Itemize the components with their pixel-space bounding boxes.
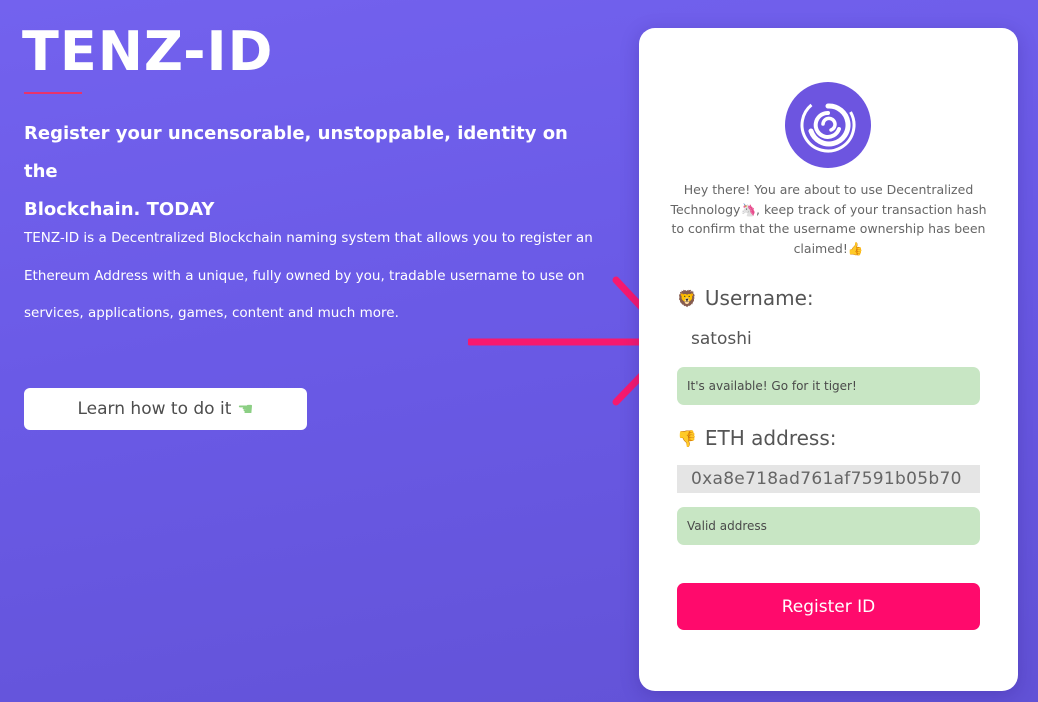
pointing-hand-icon: ☚ <box>237 398 254 420</box>
learn-how-button[interactable]: Learn how to do it ☚ <box>24 388 307 430</box>
swirl-logo-icon <box>785 82 871 168</box>
username-input[interactable] <box>677 325 980 353</box>
intro-text: Hey there! You are about to use Decentra… <box>670 182 987 256</box>
username-status: It's available! Go for it tiger! <box>677 367 980 405</box>
eth-address-status: Valid address <box>677 507 980 545</box>
username-label: 🦁 Username: <box>677 286 814 310</box>
brand-title: TENZ-ID <box>22 20 274 83</box>
username-label-text: Username: <box>704 286 814 310</box>
thumbs-down-icon: 👎 <box>677 428 697 448</box>
register-id-button[interactable]: Register ID <box>677 583 980 630</box>
lion-icon: 🦁 <box>677 288 697 308</box>
tagline: Register your uncensorable, unstoppable,… <box>24 115 604 229</box>
eth-address-input[interactable] <box>677 465 980 493</box>
eth-address-label-text: ETH address: <box>704 426 837 450</box>
eth-address-label: 👎 ETH address: <box>677 426 836 450</box>
tagline-line-1: Register your uncensorable, unstoppable,… <box>24 123 568 182</box>
register-card: Hey there! You are about to use Decentra… <box>639 28 1018 691</box>
learn-how-label: Learn how to do it <box>77 399 232 419</box>
brand-underline <box>24 92 82 94</box>
